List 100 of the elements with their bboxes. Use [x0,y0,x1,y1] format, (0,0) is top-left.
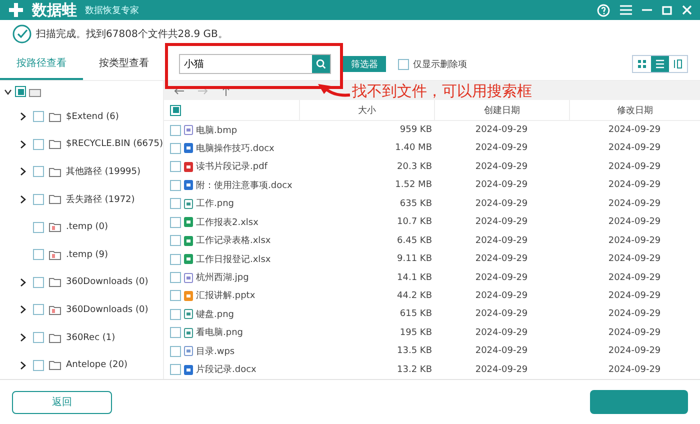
expand-icon[interactable] [20,167,26,176]
modified-date: 2024-09-29 [607,364,662,375]
checkbox[interactable] [170,198,181,210]
file-size: 13.5 KB [396,346,433,356]
file-name: 附：使用注意事项.docx [196,180,292,192]
file-name: 工作记录表格.xlsx [196,234,271,248]
list-view-button[interactable] [651,56,669,72]
file-icon [184,346,193,356]
folder-name[interactable]: Antelope (20) [66,360,128,370]
checkbox[interactable] [33,138,44,150]
search-button[interactable] [312,55,330,73]
folder-icon [49,222,61,232]
expand-icon[interactable] [20,305,26,314]
modified-date: 2024-09-29 [607,162,662,172]
checkbox[interactable] [33,332,44,344]
filter-button[interactable]: 筛选器 [343,56,386,72]
annotation-arrow [318,84,350,98]
created-date: 2024-09-29 [474,290,529,301]
checkbox[interactable] [33,249,44,260]
file-icon [184,236,193,246]
back-arrow-icon[interactable] [174,86,184,95]
check-circle-icon [12,24,32,44]
checkbox[interactable] [170,346,181,357]
grid-icon [637,59,647,69]
created-date: 2024-09-29 [474,309,529,320]
modified-date: 2024-09-29 [607,328,662,338]
close-icon[interactable] [682,5,692,15]
checkbox[interactable] [170,327,181,338]
checkbox[interactable] [170,180,181,191]
file-name: 汇报讲解.pptx [196,290,256,302]
checkbox[interactable] [33,166,44,178]
modified-date: 2024-09-29 [607,254,662,264]
modified-date: 2024-09-29 [607,290,662,301]
expand-icon[interactable] [4,88,12,95]
file-size: 6.45 KB [396,236,433,246]
checkbox-label: 仅显示删除项 [413,58,467,70]
folder-name[interactable]: $RECYCLE.BIN (6675) [66,139,163,150]
file-name: 工作日报登记.xlsx [196,254,271,266]
checkbox[interactable] [398,58,409,70]
scan-status: 扫描完成。找到67808个文件共28.9 GB。 [36,28,228,41]
checkbox[interactable] [33,111,44,122]
checkbox[interactable] [33,304,44,316]
checkbox[interactable] [170,104,181,116]
expand-icon[interactable] [20,333,26,342]
forward-arrow-icon[interactable] [198,86,208,95]
file-size: 10.7 KB [396,217,433,228]
column-header[interactable]: 创建日期 [434,100,569,120]
folder-icon [49,304,61,315]
checkbox[interactable] [170,142,181,154]
back-button[interactable]: 返回 [12,390,112,414]
checkbox[interactable] [170,161,181,172]
file-name: 目录.wps [196,346,235,358]
expand-icon[interactable] [20,278,26,287]
checkbox[interactable] [170,254,181,265]
expand-icon[interactable] [20,360,26,370]
expand-icon[interactable] [20,194,26,204]
list-icon [655,59,665,69]
file-size: 1.40 MB [394,143,433,154]
checkbox[interactable] [33,194,44,205]
checkbox[interactable] [33,222,44,233]
created-date: 2024-09-29 [474,272,529,283]
folder-name[interactable]: 其他路径 (19995) [66,165,141,178]
maximize-icon[interactable] [662,6,672,14]
folder-name[interactable]: .temp (0) [66,222,108,232]
checkbox[interactable] [15,86,26,98]
help-icon[interactable] [597,4,610,16]
file-size: 14.1 KB [396,272,433,283]
checkbox[interactable] [170,364,181,376]
folder-name[interactable]: 丢失路径 (1972) [66,192,135,206]
checkbox[interactable] [170,216,181,228]
checkbox[interactable] [170,308,181,320]
folder-icon [49,166,61,177]
created-date: 2024-09-29 [474,254,529,264]
folder-name[interactable]: 360Rec (1) [66,332,116,343]
column-header[interactable]: 大小 [299,100,434,120]
column-header[interactable]: 修改日期 [569,100,700,120]
folder-name[interactable]: 360Downloads (0) [66,277,148,288]
created-date: 2024-09-29 [474,364,529,375]
expand-icon[interactable] [20,112,26,122]
checkbox[interactable] [170,124,181,136]
file-name: 片段记录.docx [196,364,256,376]
checkbox[interactable] [170,290,181,302]
file-name: 电脑操作技巧.docx [196,142,274,155]
minimize-icon[interactable] [642,9,652,11]
search-field[interactable]: 小猫 [179,54,331,74]
folder-name[interactable]: 360Downloads (0) [66,304,148,315]
modified-date: 2024-09-29 [607,309,662,320]
file-name: 杭州西湖.jpg [196,272,249,284]
view-tab[interactable]: 按类型查看 [82,48,165,80]
folder-name[interactable]: $Extend (6) [66,112,119,122]
view-tab[interactable]: 按路径查看 [0,48,82,80]
file-icon [184,180,193,190]
checkbox[interactable] [170,272,181,284]
checkbox[interactable] [33,360,44,371]
menu-icon[interactable] [620,5,632,15]
checkbox[interactable] [170,235,181,246]
folder-name[interactable]: .temp (9) [66,250,108,260]
checkbox[interactable] [33,276,44,288]
file-size: 195 KB [398,328,433,338]
expand-icon[interactable] [20,140,26,149]
